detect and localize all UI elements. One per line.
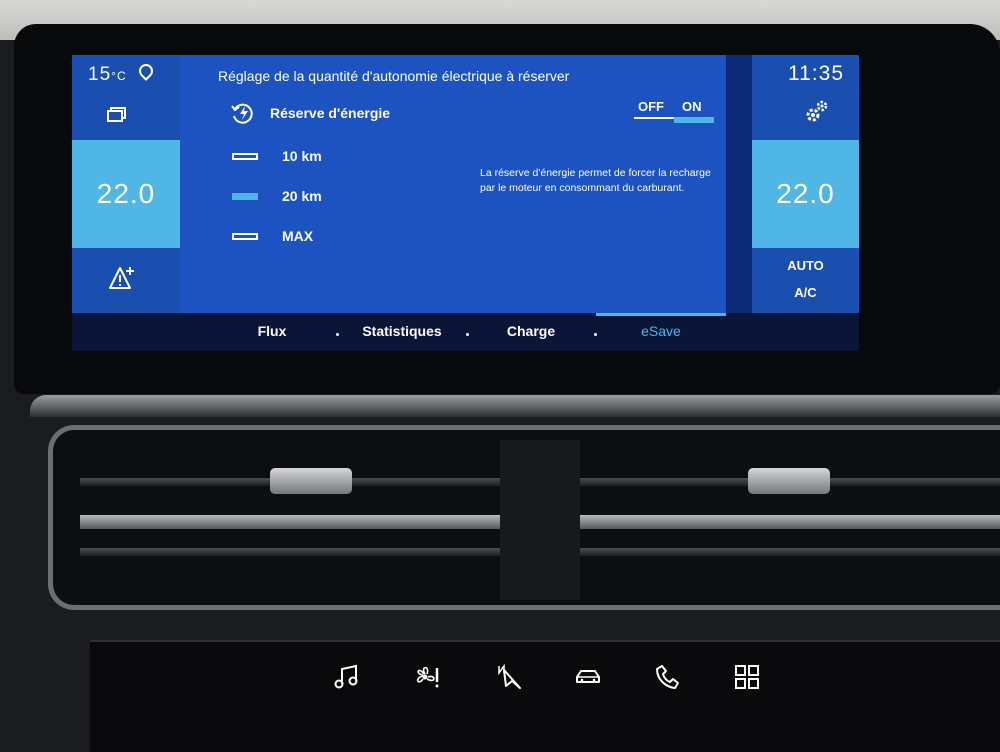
esave-panel: Réglage de la quantité d'autonomie élect… xyxy=(180,55,726,313)
tab-statistiques[interactable]: Statistiques xyxy=(362,323,441,339)
page-title: Réglage de la quantité d'autonomie élect… xyxy=(218,68,570,84)
left-temperature-button[interactable]: 22.0 xyxy=(72,140,180,248)
option-label: MAX xyxy=(282,228,314,244)
energy-reserve-label: Réserve d'énergie xyxy=(270,105,391,121)
tab-separator xyxy=(336,333,339,336)
toggle-on-label: ON xyxy=(682,99,702,114)
ac-button[interactable]: A/C xyxy=(752,285,859,300)
energy-reserve-icon xyxy=(231,103,253,124)
infotainment-screen: 15°C 22.0 Réglage de la quantité d'auton… xyxy=(72,55,859,351)
settings-gear-icon[interactable] xyxy=(803,99,829,125)
reserve-option-10km[interactable]: 10 km xyxy=(232,145,322,167)
tab-separator xyxy=(594,333,597,336)
option-label: 10 km xyxy=(282,148,322,164)
fan-icon[interactable] xyxy=(412,662,442,692)
dashboard-chrome-trim xyxy=(30,395,1000,417)
right-temperature-button[interactable]: 22.0 xyxy=(752,140,859,248)
auto-climate-button[interactable]: AUTO xyxy=(752,258,859,273)
left-vent-adjuster[interactable] xyxy=(270,468,352,494)
music-icon[interactable] xyxy=(332,662,362,692)
reserve-option-max[interactable]: MAX xyxy=(232,225,313,247)
clock: 11:35 xyxy=(788,62,844,85)
phone-icon[interactable] xyxy=(652,662,682,692)
tab-esave[interactable]: eSave xyxy=(641,323,681,339)
energy-reserve-description: La réserve d'énergie permet de forcer la… xyxy=(480,167,711,194)
outside-temperature: 15°C xyxy=(88,61,156,86)
left-climate-column: 15°C 22.0 xyxy=(72,55,180,313)
car-icon[interactable] xyxy=(573,662,603,692)
energy-reserve-row: Réserve d'énergie xyxy=(230,101,390,125)
outside-temp-value: 15 xyxy=(88,64,112,85)
right-vent-adjuster[interactable] xyxy=(748,468,830,494)
right-temp-value: 22.0 xyxy=(776,178,835,209)
navigation-icon[interactable] xyxy=(496,662,526,692)
climate-warning-icon[interactable] xyxy=(108,265,136,291)
tab-separator xyxy=(466,333,469,336)
toggle-thumb xyxy=(674,117,714,123)
location-pin-icon xyxy=(135,61,156,81)
apps-grid-icon[interactable] xyxy=(732,662,762,692)
vent-center-divider xyxy=(500,440,580,600)
option-marker-selected xyxy=(232,192,258,200)
right-climate-column: 11:35 22.0 AUTO A/C xyxy=(752,55,859,313)
left-temp-value: 22.0 xyxy=(96,178,156,209)
tab-charge[interactable]: Charge xyxy=(507,323,555,339)
tab-bar: Flux Statistiques Charge eSave xyxy=(72,313,859,351)
toggle-off-label: OFF xyxy=(638,99,664,114)
reserve-option-20km[interactable]: 20 km xyxy=(232,185,322,207)
recirculation-icon[interactable] xyxy=(106,107,126,123)
outside-temp-unit: °C xyxy=(111,69,127,83)
hard-key-panel xyxy=(90,640,1000,752)
option-marker xyxy=(232,152,258,160)
option-marker xyxy=(232,232,258,240)
energy-reserve-toggle[interactable]: OFF ON xyxy=(632,97,714,123)
option-label: 20 km xyxy=(282,188,322,204)
tab-flux[interactable]: Flux xyxy=(258,323,287,339)
active-tab-indicator xyxy=(596,313,726,316)
